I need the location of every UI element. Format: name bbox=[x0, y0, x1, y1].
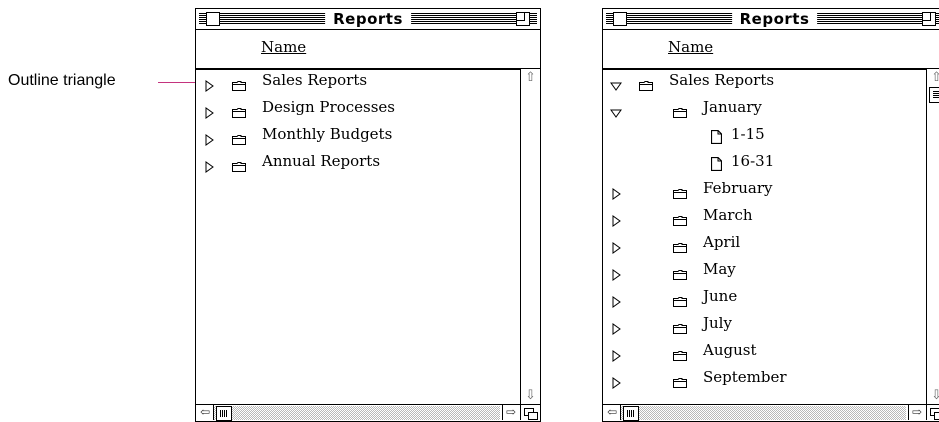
list-item-label: March bbox=[703, 206, 753, 224]
document-icon bbox=[710, 156, 723, 175]
folder-icon bbox=[673, 184, 687, 203]
outline-triangle-right-icon[interactable] bbox=[203, 104, 215, 123]
vertical-scrollbar[interactable]: ⇧ ⇩ bbox=[520, 69, 540, 404]
scroll-right-arrow-icon[interactable]: ⇨ bbox=[908, 405, 925, 420]
scroll-up-arrow-icon[interactable]: ⇧ bbox=[928, 69, 939, 86]
close-box-icon[interactable] bbox=[206, 12, 220, 26]
scroll-down-arrow-icon[interactable]: ⇩ bbox=[928, 387, 939, 404]
outline-triangle-right-icon[interactable] bbox=[610, 320, 622, 339]
list-item-label: July bbox=[703, 314, 732, 332]
outline-triangle-right-icon[interactable] bbox=[610, 266, 622, 285]
list-item[interactable]: February bbox=[603, 177, 926, 204]
scroll-up-arrow-icon[interactable]: ⇧ bbox=[522, 69, 539, 86]
window-title: Reports bbox=[731, 9, 818, 29]
column-header-name[interactable]: Name bbox=[668, 38, 713, 56]
list-item[interactable]: 16-31 bbox=[603, 150, 926, 177]
list-item-label: Annual Reports bbox=[262, 152, 381, 170]
folder-icon bbox=[232, 130, 246, 149]
outline-triangle-right-icon[interactable] bbox=[610, 293, 622, 312]
zoom-box-icon[interactable] bbox=[516, 12, 530, 26]
horizontal-scrollbar[interactable]: ⇦ ⇨ bbox=[196, 404, 540, 421]
list-item-label: June bbox=[703, 287, 738, 305]
folder-icon bbox=[232, 103, 246, 122]
outline-triangle-right-icon[interactable] bbox=[610, 239, 622, 258]
vertical-scrollbar[interactable]: ⇧ ⇩ bbox=[926, 69, 939, 404]
list-item[interactable]: Design Processes bbox=[196, 96, 520, 123]
list-item-label: Design Processes bbox=[262, 98, 395, 116]
horizontal-scroll-thumb[interactable] bbox=[216, 406, 232, 421]
outline-list: Sales Reports Design Processes Monthly Bud… bbox=[196, 69, 520, 404]
folder-icon bbox=[673, 319, 687, 338]
outline-triangle-down-icon[interactable] bbox=[610, 104, 622, 123]
list-item-label: Monthly Budgets bbox=[262, 125, 393, 143]
outline-triangle-right-icon[interactable] bbox=[610, 185, 622, 204]
list-item[interactable]: 1-15 bbox=[603, 123, 926, 150]
scroll-down-arrow-icon[interactable]: ⇩ bbox=[522, 387, 539, 404]
column-header-name[interactable]: Name bbox=[261, 38, 306, 56]
size-box-icon[interactable] bbox=[520, 405, 540, 420]
outline-list: Sales Reports January 1-15 16-31 February Mar… bbox=[603, 69, 926, 404]
outline-triangle-right-icon[interactable] bbox=[610, 374, 622, 393]
reports-window-expanded: Reports Name Sales Reports January 1-15 16-… bbox=[602, 8, 939, 422]
list-item[interactable]: May bbox=[603, 258, 926, 285]
list-item[interactable]: April bbox=[603, 231, 926, 258]
title-bar[interactable]: Reports bbox=[196, 9, 540, 30]
outline-triangle-down-icon[interactable] bbox=[610, 77, 622, 96]
list-item-label: Sales Reports bbox=[262, 71, 368, 89]
list-item-label: 1-15 bbox=[731, 125, 765, 143]
list-item-label: 16-31 bbox=[731, 152, 775, 170]
outline-triangle-right-icon[interactable] bbox=[610, 347, 622, 366]
folder-icon bbox=[232, 76, 246, 95]
horizontal-scroll-thumb[interactable] bbox=[623, 406, 639, 421]
folder-icon bbox=[673, 265, 687, 284]
list-item[interactable]: June bbox=[603, 285, 926, 312]
list-item-label: August bbox=[703, 341, 757, 359]
list-item[interactable]: August bbox=[603, 339, 926, 366]
window-title: Reports bbox=[325, 9, 411, 29]
list-item-label: May bbox=[703, 260, 736, 278]
folder-icon bbox=[673, 373, 687, 392]
list-item[interactable]: Annual Reports bbox=[196, 150, 520, 177]
list-item[interactable]: September bbox=[603, 366, 926, 393]
callout-leader-line bbox=[158, 82, 197, 83]
close-box-icon[interactable] bbox=[613, 12, 627, 26]
list-item[interactable]: March bbox=[603, 204, 926, 231]
list-item-label: April bbox=[703, 233, 741, 251]
list-item[interactable]: Sales Reports bbox=[196, 69, 520, 96]
outline-triangle-right-icon[interactable] bbox=[203, 158, 215, 177]
folder-icon bbox=[673, 346, 687, 365]
folder-icon bbox=[673, 292, 687, 311]
document-icon bbox=[710, 129, 723, 148]
scroll-left-arrow-icon[interactable]: ⇦ bbox=[197, 405, 214, 420]
folder-icon bbox=[232, 157, 246, 176]
list-item-label: February bbox=[703, 179, 773, 197]
zoom-box-icon[interactable] bbox=[922, 12, 936, 26]
list-item-label: Sales Reports bbox=[669, 71, 775, 89]
list-item[interactable]: Monthly Budgets bbox=[196, 123, 520, 150]
size-box-icon[interactable] bbox=[926, 405, 939, 420]
scroll-right-arrow-icon[interactable]: ⇨ bbox=[502, 405, 519, 420]
horizontal-scrollbar[interactable]: ⇦ ⇨ bbox=[603, 404, 939, 421]
vertical-scroll-thumb[interactable] bbox=[929, 87, 939, 103]
reports-window-collapsed: Reports Name Sales Reports Design Process… bbox=[195, 8, 541, 422]
folder-icon bbox=[673, 103, 687, 122]
horizontal-scroll-track[interactable] bbox=[621, 406, 906, 420]
title-bar[interactable]: Reports bbox=[603, 9, 939, 30]
list-item-label: September bbox=[703, 368, 787, 386]
list-item-label: January bbox=[703, 98, 762, 116]
list-item[interactable]: July bbox=[603, 312, 926, 339]
list-header: Name bbox=[196, 30, 540, 70]
folder-icon bbox=[673, 238, 687, 257]
list-header: Name bbox=[603, 30, 939, 70]
scroll-left-arrow-icon[interactable]: ⇦ bbox=[604, 405, 621, 420]
outline-triangle-right-icon[interactable] bbox=[203, 77, 215, 96]
callout-outline-triangle-label: Outline triangle bbox=[8, 72, 116, 89]
list-item[interactable]: January bbox=[603, 96, 926, 123]
folder-icon bbox=[673, 211, 687, 230]
outline-triangle-right-icon[interactable] bbox=[203, 131, 215, 150]
list-item[interactable]: Sales Reports bbox=[603, 69, 926, 96]
outline-triangle-right-icon[interactable] bbox=[610, 212, 622, 231]
folder-icon bbox=[639, 76, 653, 95]
horizontal-scroll-track[interactable] bbox=[214, 406, 500, 420]
